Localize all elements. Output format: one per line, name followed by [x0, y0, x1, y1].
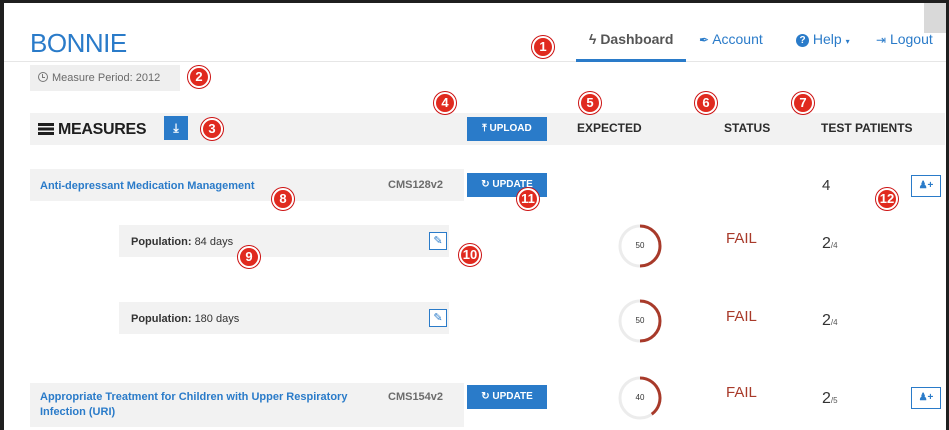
upload-button[interactable]: ⤒ UPLOAD [467, 117, 547, 141]
edit-population-button[interactable]: ✎ [429, 309, 447, 327]
pencil-icon: ✎ [433, 312, 443, 324]
upload-label: UPLOAD [489, 123, 532, 134]
nav-logout-label: Logout [889, 31, 933, 47]
pencil-icon: ✎ [433, 235, 443, 247]
gauge-value: 40 [635, 393, 645, 402]
nav-help[interactable]: ? Help ▾ [796, 31, 850, 47]
callout-badge: 5 [579, 92, 601, 114]
nav-help-label: Help [812, 31, 842, 47]
measures-title: MEASURES [38, 121, 147, 139]
ratio-passed: 2 [822, 312, 831, 329]
download-icon: ⤓ [173, 121, 179, 135]
help-circle-icon: ? [796, 34, 809, 47]
update-label: UPDATE [492, 391, 533, 402]
measure-period-text: Measure Period: 2012 [52, 72, 161, 84]
population-label-value: 84 days [194, 236, 234, 248]
expected-gauge: 40 [616, 374, 664, 422]
ratio-total: /5 [830, 396, 838, 405]
nav-active-underline [576, 59, 686, 62]
expected-gauge: 50 [616, 222, 664, 270]
column-expected: EXPECTED [577, 121, 642, 135]
test-patient-ratio: 2/4 [822, 312, 838, 330]
user-plus-icon: ♟+ [918, 392, 934, 403]
column-test-patients: TEST PATIENTS [821, 121, 913, 135]
population-label-value: 180 days [194, 313, 240, 325]
list-icon [38, 123, 54, 135]
measure-cms-id: CMS154v2 [388, 391, 444, 403]
status-fail: FAIL [726, 230, 757, 247]
bolt-icon: ϟ [589, 31, 597, 47]
column-status: STATUS [724, 121, 771, 135]
test-patient-ratio: 2/4 [822, 235, 838, 253]
callout-badge: 11 [517, 188, 539, 210]
measure-name-link[interactable]: Appropriate Treatment for Children with … [40, 390, 380, 420]
callout-badge: 7 [792, 92, 814, 114]
caret-down-icon: ▾ [845, 37, 850, 46]
status-fail: FAIL [726, 384, 757, 401]
measure-name-line1: Appropriate Treatment for Children with … [40, 391, 348, 403]
measure-cms-id: CMS128v2 [388, 179, 444, 191]
add-patient-button[interactable]: ♟+ [911, 175, 941, 197]
callout-badge: 2 [188, 66, 210, 88]
status-fail: FAIL [726, 308, 757, 325]
callout-badge: 3 [201, 118, 223, 140]
nav-logout[interactable]: ⇥ Logout [876, 31, 933, 47]
callout-badge: 6 [695, 92, 717, 114]
upload-icon: ⤒ [482, 123, 487, 134]
user-plus-icon: ♟+ [918, 180, 934, 191]
window-corner [924, 3, 946, 33]
nav-account[interactable]: ✒ Account [699, 31, 763, 47]
callout-badge: 4 [434, 92, 456, 114]
app-window: BONNIE Measure Period: 2012 ϟ Dashboard … [0, 0, 949, 430]
nav-account-label: Account [712, 31, 763, 47]
population-label-key: Population: [131, 236, 192, 248]
measure-name-line2: Infection (URI) [40, 406, 116, 418]
ratio-passed: 2 [822, 390, 831, 407]
callout-badge: 9 [238, 246, 260, 268]
callout-badge: 10 [459, 244, 481, 266]
ratio-total: /4 [830, 241, 838, 250]
nav-dashboard[interactable]: ϟ Dashboard [589, 31, 673, 47]
population-label: Population: 84 days [131, 236, 233, 248]
refresh-icon: ↻ [481, 179, 490, 190]
measure-period-badge: Measure Period: 2012 [30, 65, 180, 91]
measure-name-link[interactable]: Anti-depressant Medication Management [40, 179, 255, 194]
refresh-icon: ↻ [481, 391, 490, 402]
callout-badge: 12 [876, 188, 898, 210]
measures-title-text: MEASURES [58, 121, 147, 138]
add-patient-button[interactable]: ♟+ [911, 387, 941, 409]
population-label-key: Population: [131, 313, 192, 325]
ratio-total: /4 [830, 318, 838, 327]
test-patient-ratio: 2/5 [822, 390, 838, 408]
expected-gauge: 50 [616, 297, 664, 345]
brand-logo[interactable]: BONNIE [30, 28, 127, 59]
test-patient-count: 4 [822, 177, 831, 194]
nav-dashboard-label: Dashboard [600, 31, 674, 47]
gauge-value: 50 [635, 316, 645, 325]
download-button[interactable]: ⤓ [164, 116, 188, 140]
callout-badge: 1 [532, 36, 554, 58]
edit-population-button[interactable]: ✎ [429, 232, 447, 250]
callout-badge: 8 [272, 188, 294, 210]
update-button[interactable]: ↻ UPDATE [467, 385, 547, 409]
sign-out-icon: ⇥ [876, 33, 887, 47]
population-label: Population: 180 days [131, 313, 239, 325]
ratio-passed: 2 [822, 235, 831, 252]
nav-divider [4, 61, 946, 62]
magic-wand-icon: ✒ [699, 33, 710, 47]
gauge-value: 50 [635, 241, 645, 250]
clock-icon [38, 72, 48, 82]
